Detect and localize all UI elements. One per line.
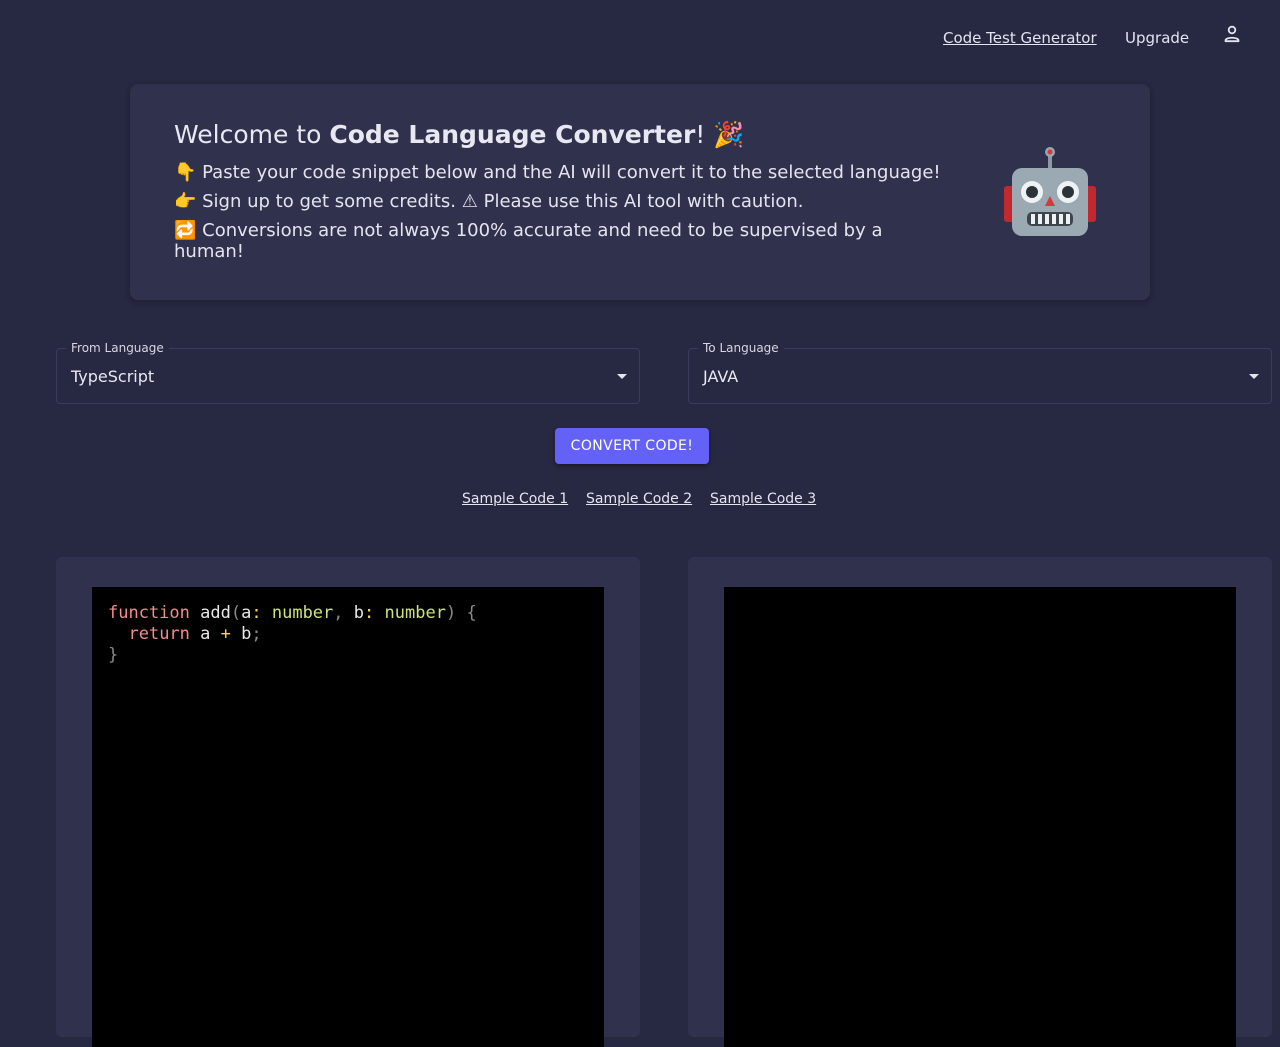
from-language-select[interactable]: From Language TypeScript (56, 340, 640, 404)
sample-code-2-link[interactable]: Sample Code 2 (586, 490, 692, 508)
person-icon[interactable] (1220, 22, 1244, 46)
code-line: function add(a: number, b: number) { (108, 603, 477, 623)
welcome-line-accuracy: 🔁 Conversions are not always 100% accura… (174, 220, 883, 262)
to-language-select[interactable]: To Language JAVA (688, 340, 1272, 404)
robot-icon (1000, 144, 1100, 244)
welcome-line-paste: 👇 Paste your code snippet below and the … (174, 162, 941, 183)
welcome-title-app-name: Code Language Converter (329, 120, 696, 149)
nav-link-upgrade[interactable]: Upgrade (1125, 29, 1189, 47)
from-language-label: From Language (66, 340, 169, 356)
code-line: } (108, 645, 119, 665)
output-code-panel (688, 557, 1272, 1047)
welcome-line-sign-up: 👉 Sign up to get some credits. ⚠ Please … (174, 191, 804, 212)
to-language-value: JAVA (703, 367, 739, 386)
welcome-title-suffix: ! 🎉 (695, 120, 745, 149)
convert-code-button[interactable]: CONVERT CODE! (555, 428, 709, 464)
sample-code-3-link[interactable]: Sample Code 3 (710, 490, 816, 508)
chevron-down-icon (617, 374, 627, 379)
chevron-down-icon (1249, 374, 1259, 379)
welcome-title: Welcome to Code Language Converter! 🎉 (174, 120, 744, 150)
nav-link-code-test-generator[interactable]: Code Test Generator (943, 29, 1097, 47)
welcome-title-prefix: Welcome to (174, 120, 330, 149)
output-code-editor[interactable] (724, 587, 1236, 1047)
to-language-label: To Language (698, 340, 784, 356)
code-line: return a + b; (128, 624, 262, 644)
from-language-value: TypeScript (71, 367, 155, 386)
input-code-editor[interactable]: function add(a: number, b: number) { ret… (92, 587, 604, 1047)
top-nav: Code Test Generator Upgrade (0, 0, 1280, 76)
sample-code-1-link[interactable]: Sample Code 1 (462, 490, 568, 508)
welcome-card: Welcome to Code Language Converter! 🎉 👇 … (130, 84, 1150, 300)
input-code-panel: function add(a: number, b: number) { ret… (56, 557, 640, 1047)
